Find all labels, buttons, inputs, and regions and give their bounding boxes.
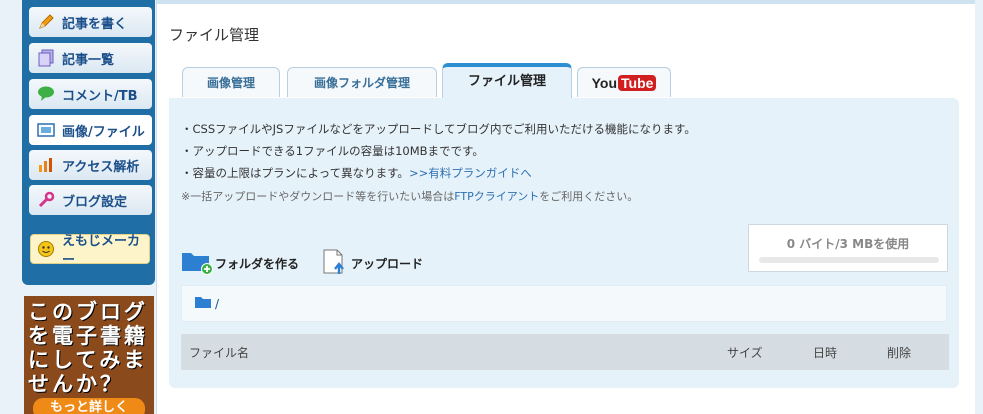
sidebar-item-files[interactable]: 画像/ファイル (29, 115, 152, 145)
upload-label: アップロード (351, 257, 424, 271)
tab-image-manage[interactable]: 画像管理 (182, 67, 280, 97)
path-text: / (215, 296, 220, 311)
pencil-icon (37, 13, 55, 31)
page-title: ファイル管理 (169, 26, 260, 44)
sidebar-item-label: アクセス解析 (62, 159, 140, 175)
upload-file-icon (321, 248, 351, 279)
info-line-3: ・容量の上限はプランによって異なります。>>有料プランガイドへ (181, 165, 532, 181)
folder-icon (194, 295, 212, 312)
speech-bubble-icon (37, 85, 55, 103)
info-line-1: ・CSSファイルやJSファイルなどをアップロードしてブログ内でご利用いただける機… (181, 122, 696, 136)
info-line-2: ・アップロードできる1ファイルの容量は10MBまでです。 (181, 144, 484, 158)
column-delete: 削除 (887, 345, 912, 360)
sidebar-item-write[interactable]: 記事を書く (29, 7, 152, 37)
sidebar-item-label: ブログ設定 (62, 194, 128, 210)
create-folder-button[interactable]: フォルダを作る (181, 249, 299, 278)
banner-text: このブログを電子書籍にしてみませんか？ (28, 300, 148, 396)
file-table-header: ファイル名 サイズ 日時 削除 (181, 334, 949, 370)
column-size: サイズ (727, 345, 763, 360)
tab-youtube[interactable]: You Tube (577, 67, 671, 97)
sidebar-item-settings[interactable]: ブログ設定 (29, 185, 152, 215)
sidebar-item-articles[interactable]: 記事一覧 (29, 43, 152, 73)
youtube-logo: You Tube (592, 75, 657, 91)
current-path[interactable]: / (181, 285, 947, 322)
sidebar-item-label: 画像/ファイル (62, 124, 145, 140)
tab-file-manage[interactable]: ファイル管理 (442, 63, 572, 99)
emoji-maker-label: えもじメーカー (62, 234, 141, 268)
main-content: ファイル管理 画像管理 画像フォルダ管理 ファイル管理 You Tube ・CSS… (156, 0, 975, 414)
banner-more-button[interactable]: もっと詳しく (33, 398, 145, 414)
tab-image-folder-manage[interactable]: 画像フォルダ管理 (287, 67, 437, 97)
file-actions: フォルダを作る アップロード (181, 248, 445, 279)
sidebar: 記事を書く 記事一覧 コメント/TB 画像/ファイル アクセス解析 ブログ設定 (22, 0, 155, 285)
info-line-3-text: ・容量の上限はプランによって異なります。 (181, 166, 409, 180)
wrench-icon (37, 191, 55, 209)
ftp-note-post: をご利用ください。 (539, 190, 639, 203)
paid-plan-guide-link[interactable]: >>有料プランガイドへ (409, 166, 532, 180)
ebook-banner[interactable]: このブログを電子書籍にしてみませんか？ もっと詳しく (24, 296, 154, 414)
emoji-maker-button[interactable]: えもじメーカー (30, 234, 150, 268)
column-date: 日時 (813, 345, 838, 360)
quota-text: 0 バイト/3 MBを使用 (786, 237, 910, 251)
image-file-icon (37, 121, 55, 139)
column-filename: ファイル名 (189, 345, 250, 360)
bar-chart-icon (37, 156, 55, 174)
ftp-note-pre: ※一括アップロードやダウンロード等を行いたい場合は (181, 190, 455, 203)
storage-quota: 0 バイト/3 MBを使用 (748, 224, 948, 272)
sidebar-item-label: 記事一覧 (62, 52, 115, 68)
file-panel: ・CSSファイルやJSファイルなどをアップロードしてブログ内でご利用いただける機… (169, 98, 959, 388)
sidebar-item-comments[interactable]: コメント/TB (29, 79, 152, 109)
ftp-note: ※一括アップロードやダウンロード等を行いたい場合はFTPクライアントをご利用くだ… (181, 188, 638, 204)
sidebar-item-label: コメント/TB (62, 88, 138, 104)
emoji-face-icon (37, 240, 55, 258)
create-folder-label: フォルダを作る (215, 257, 300, 271)
sidebar-item-label: 記事を書く (62, 16, 128, 32)
folder-add-icon (181, 249, 215, 278)
quota-bar (759, 257, 939, 263)
upload-button[interactable]: アップロード (321, 248, 423, 279)
documents-icon (37, 49, 55, 67)
top-divider (157, 0, 975, 4)
sidebar-item-analytics[interactable]: アクセス解析 (29, 150, 152, 180)
ftp-client-link[interactable]: FTPクライアント (454, 190, 539, 203)
